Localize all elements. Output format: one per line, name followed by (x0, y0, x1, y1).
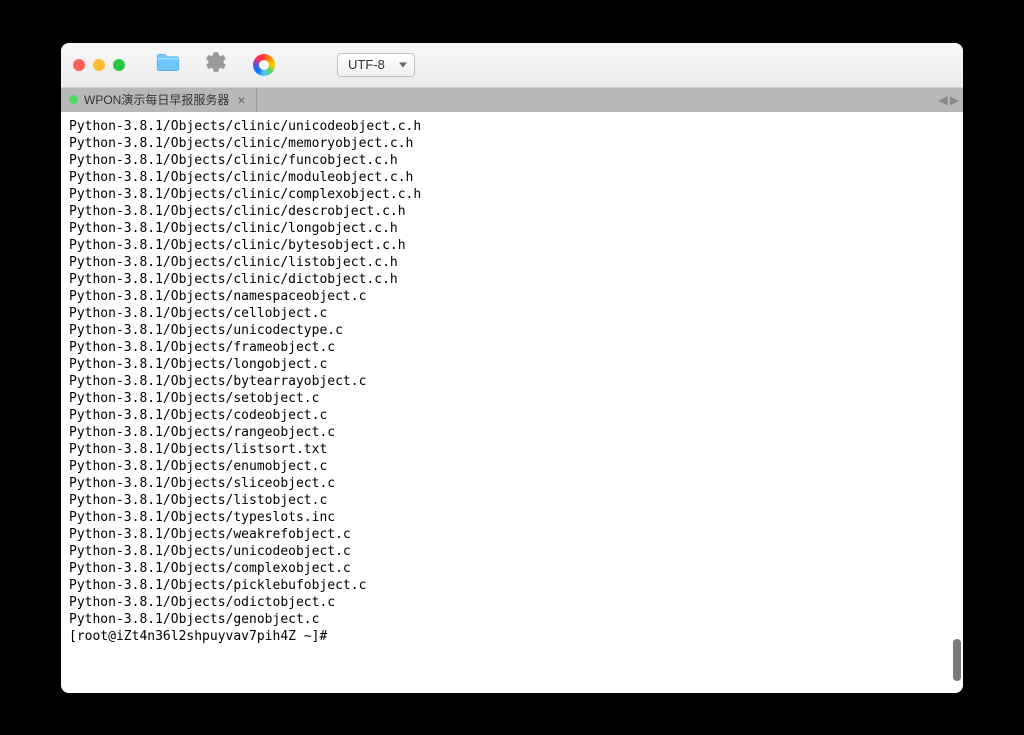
terminal-area[interactable]: Python-3.8.1/Objects/clinic/unicodeobjec… (61, 112, 963, 693)
encoding-select[interactable]: UTF-8 (337, 53, 415, 77)
encoding-value: UTF-8 (348, 57, 385, 72)
color-wheel-icon (253, 54, 275, 76)
gear-icon (204, 50, 228, 79)
scrollbar[interactable] (951, 112, 961, 693)
maximize-window-button[interactable] (113, 59, 125, 71)
minimize-window-button[interactable] (93, 59, 105, 71)
settings-button[interactable] (201, 50, 231, 80)
tab-prev-button[interactable]: ◀ (939, 93, 948, 107)
tabbar: WPON演示每日早报服务器 × ◀ ▶ (61, 88, 963, 112)
traffic-lights (73, 59, 125, 71)
folder-button[interactable] (153, 50, 183, 80)
close-window-button[interactable] (73, 59, 85, 71)
tab-close-button[interactable]: × (235, 93, 247, 107)
color-picker-button[interactable] (249, 50, 279, 80)
scrollbar-thumb[interactable] (953, 639, 961, 681)
tab-session[interactable]: WPON演示每日早报服务器 × (61, 88, 257, 112)
tab-next-button[interactable]: ▶ (950, 93, 959, 107)
titlebar: UTF-8 (61, 43, 963, 88)
tab-nav: ◀ ▶ (939, 88, 959, 112)
folder-icon (155, 49, 181, 80)
terminal-output: Python-3.8.1/Objects/clinic/unicodeobjec… (61, 112, 963, 651)
cursor-icon (335, 630, 343, 644)
tab-title: WPON演示每日早报服务器 (84, 91, 229, 108)
terminal-window: UTF-8 WPON演示每日早报服务器 × ◀ ▶ Python-3.8.1/O… (61, 43, 963, 693)
shell-prompt: [root@iZt4n36l2shpuyvav7pih4Z ~]# (69, 629, 335, 644)
connection-status-icon (69, 95, 78, 104)
